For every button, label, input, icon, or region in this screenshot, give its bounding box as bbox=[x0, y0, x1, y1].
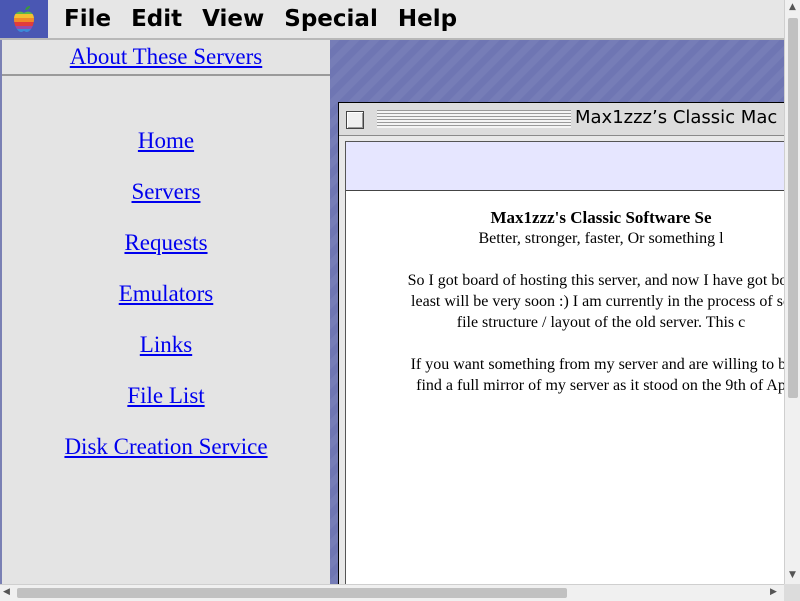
nav-link-requests[interactable]: Requests bbox=[2, 230, 330, 281]
vertical-scrollbar[interactable]: ▲ ▼ bbox=[784, 0, 800, 584]
menu-bar: File Edit View Special Help bbox=[0, 0, 784, 40]
intro-line-3: file structure / layout of the old serve… bbox=[456, 314, 746, 331]
mirror-line-2: find a full mirror of my server as it st… bbox=[416, 377, 784, 394]
scroll-up-icon[interactable]: ▲ bbox=[789, 2, 796, 12]
page-heading: Max1zzz's Classic Software Se bbox=[490, 208, 712, 227]
page-subheading: Better, stronger, faster, Or something l bbox=[478, 230, 724, 247]
nav-link-links[interactable]: Links bbox=[2, 332, 330, 383]
body-text: Max1zzz's Classic Software Se Better, st… bbox=[330, 191, 784, 396]
classic-window: Max1zzz’s Classic Mac So Max1zzz's Class… bbox=[338, 102, 784, 586]
nav-list: Home Servers Requests Emulators Links Fi… bbox=[2, 76, 330, 485]
horizontal-scrollbar[interactable]: ◀ ▶ bbox=[0, 584, 784, 601]
close-box-icon[interactable] bbox=[346, 111, 364, 129]
vertical-scroll-thumb[interactable] bbox=[788, 18, 798, 398]
scroll-left-icon[interactable]: ◀ bbox=[3, 587, 10, 597]
nav-link-servers[interactable]: Servers bbox=[2, 179, 330, 230]
scroll-right-icon[interactable]: ▶ bbox=[770, 587, 777, 597]
horizontal-scroll-thumb[interactable] bbox=[17, 588, 567, 598]
nav-link-emulators[interactable]: Emulators bbox=[2, 281, 330, 332]
menu-edit[interactable]: Edit bbox=[131, 6, 182, 32]
sidebar-frame: About These Servers Home Servers Request… bbox=[0, 40, 330, 586]
window-titlebar[interactable]: Max1zzz’s Classic Mac So bbox=[339, 103, 784, 136]
intro-line-1: So I got board of hosting this server, a… bbox=[407, 272, 784, 289]
mirror-line-1: If you want something from my server and… bbox=[410, 356, 784, 373]
menu-view[interactable]: View bbox=[202, 6, 264, 32]
nav-link-file-list[interactable]: File List bbox=[2, 383, 330, 434]
nav-link-home[interactable]: Home bbox=[2, 128, 330, 179]
window-title: Max1zzz’s Classic Mac So bbox=[575, 107, 784, 128]
about-bar: About These Servers bbox=[2, 40, 330, 76]
menu-special[interactable]: Special bbox=[284, 6, 378, 32]
intro-paragraph: So I got board of hosting this server, a… bbox=[330, 270, 784, 333]
nav-link-disk-creation[interactable]: Disk Creation Service bbox=[2, 434, 330, 485]
scrollbar-corner bbox=[784, 584, 800, 600]
apple-logo-icon bbox=[14, 6, 34, 33]
scroll-down-icon[interactable]: ▼ bbox=[789, 570, 796, 580]
apple-menu[interactable] bbox=[0, 0, 48, 38]
desktop: Max1zzz’s Classic Mac So Max1zzz's Class… bbox=[330, 40, 784, 586]
about-servers-link[interactable]: About These Servers bbox=[70, 44, 262, 69]
menu-file[interactable]: File bbox=[64, 6, 111, 32]
intro-line-2: least will be very soon :) I am currentl… bbox=[411, 293, 784, 310]
menu-help[interactable]: Help bbox=[398, 6, 457, 32]
mirror-paragraph: If you want something from my server and… bbox=[330, 354, 784, 396]
header-banner bbox=[346, 142, 784, 191]
titlebar-stripes bbox=[377, 110, 571, 128]
window-content: Max1zzz's Classic Software Se Better, st… bbox=[345, 141, 784, 586]
